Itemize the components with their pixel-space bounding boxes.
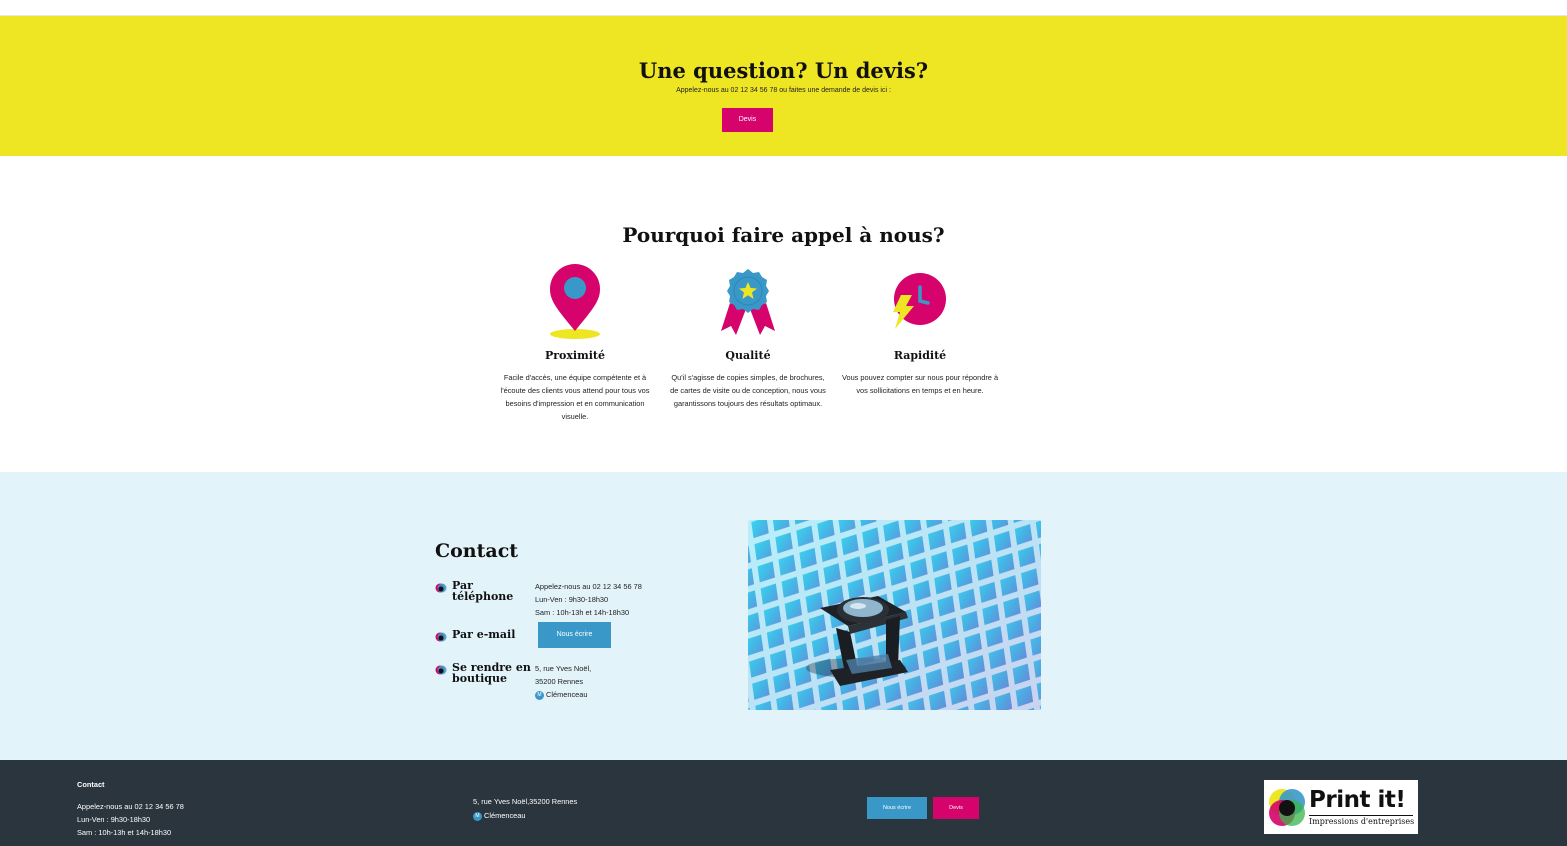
location-pin-icon (495, 261, 655, 341)
shop-city: 35200 Rennes (535, 677, 584, 686)
site-footer: Contact Appelez-nous au 02 12 34 56 78 L… (0, 760, 1567, 846)
feature-text: Qu'il s'agisse de copies simples, de bro… (670, 373, 826, 408)
footer-hours-saturday: Sam : 10h-13h et 14h-18h30 (77, 828, 172, 837)
cta-banner: Une question? Un devis? Appelez-nous au … (0, 16, 1567, 156)
phone-details: Appelez-nous au 02 12 34 56 78 Lun-Ven :… (535, 580, 642, 619)
footer-write-us-button[interactable]: Nous écrire (867, 797, 927, 819)
metro-icon: M (535, 690, 544, 700)
shop-address: 5, rue Yves Noël, 35200 Rennes M Clémence… (535, 662, 591, 701)
footer-contact-info: Appelez-nous au 02 12 34 56 78 Lun-Ven :… (77, 800, 184, 839)
cta-subtitle: Appelez-nous au 02 12 34 56 78 ou faites… (676, 87, 891, 94)
logo-name: Print it! (1309, 787, 1406, 813)
award-ribbon-icon (668, 261, 828, 341)
email-label: Par e-mail (452, 628, 516, 641)
footer-address-block: 5, rue Yves Noël,35200 Rennes M Clémencea… (473, 795, 577, 823)
shop-label: Se rendre en boutique (452, 661, 531, 685)
feature-rapidite: Rapidité Vous pouvez compter sur nous po… (840, 261, 1000, 397)
metro-station: Clémenceau (546, 690, 588, 699)
shop-metro: M Clémenceau (535, 688, 591, 701)
metro-icon: M (473, 811, 482, 821)
phone-label: Par téléphone (452, 579, 514, 603)
cmy-bullet-icon (435, 632, 447, 642)
clock-lightning-icon (840, 261, 1000, 341)
footer-title: Contact (77, 780, 105, 789)
feature-qualite: Qualité Qu'il s'agisse de copies simples… (668, 261, 828, 410)
cmy-bullet-icon (435, 583, 447, 593)
cmy-logo-icon (1269, 789, 1305, 826)
logo-tagline: Impressions d'entreprises (1309, 817, 1415, 826)
feature-title: Qualité (725, 349, 771, 362)
print-it-logo[interactable]: Print it! Impressions d'entreprises (1264, 780, 1418, 834)
logo-divider (1309, 815, 1413, 816)
color-swatch-loupe-photo (748, 520, 1041, 710)
cmy-bullet-icon (435, 665, 447, 675)
footer-hours-weekday: Lun-Ven : 9h30-18h30 (77, 815, 151, 824)
feature-proximite: Proximité Facile d'accès, une équipe com… (495, 261, 655, 423)
footer-metro: M Clémenceau (473, 809, 577, 823)
footer-address: 5, rue Yves Noël,35200 Rennes (473, 797, 578, 806)
footer-quote-button[interactable]: Devis (933, 797, 979, 819)
feature-title: Rapidité (893, 349, 947, 362)
feature-text: Facile d'accès, une équipe compétente et… (500, 373, 650, 421)
quote-button[interactable]: Devis (722, 108, 773, 132)
feature-title: Proximité (544, 349, 606, 362)
write-us-button[interactable]: Nous écrire (538, 622, 611, 648)
footer-phone: Appelez-nous au 02 12 34 56 78 (77, 802, 184, 811)
feature-text: Vous pouvez compter sur nous pour répond… (841, 373, 999, 395)
phone-hours-weekday: Lun-Ven : 9h30-18h30 (535, 595, 609, 604)
phone-number: Appelez-nous au 02 12 34 56 78 (535, 582, 642, 591)
contact-section: Contact Par téléphone Appelez-nous au 02… (0, 472, 1567, 760)
top-border (0, 0, 1567, 16)
shop-street: 5, rue Yves Noël, (535, 664, 592, 673)
why-title: Pourquoi faire appel à nous? (622, 223, 945, 247)
footer-metro-station: Clémenceau (484, 811, 526, 820)
cta-title: Une question? Un devis? (638, 58, 929, 83)
phone-hours-saturday: Sam : 10h-13h et 14h-18h30 (535, 608, 630, 617)
why-section: Pourquoi faire appel à nous? Proximité F… (0, 156, 1567, 472)
contact-title: Contact (435, 540, 519, 562)
